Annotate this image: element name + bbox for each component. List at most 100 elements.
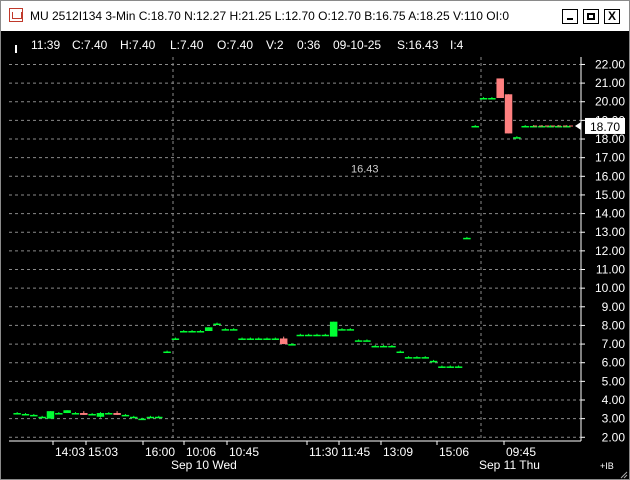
- candle-body: [188, 331, 196, 333]
- y-tick-label: 6.00: [602, 356, 626, 370]
- y-tick-label: 8.00: [602, 318, 626, 332]
- y-tick-label: 20.00: [595, 95, 625, 109]
- candle-body: [513, 137, 521, 139]
- candle-body: [404, 357, 413, 359]
- x-tick-label: 10:45: [229, 445, 259, 459]
- candle-body: [13, 413, 21, 415]
- candle-body: [246, 338, 255, 340]
- candle-body: [454, 366, 463, 368]
- candle-body: [229, 329, 238, 331]
- candle-body: [179, 331, 188, 333]
- x-tick-label: 13:09: [383, 445, 413, 459]
- y-tick-label: 17.00: [595, 151, 625, 165]
- candle-body: [438, 366, 446, 368]
- candle-body: [321, 334, 330, 337]
- y-tick-label: 10.00: [595, 281, 625, 295]
- candle-body: [354, 340, 363, 342]
- candle-body: [163, 351, 171, 354]
- candle-body: [154, 416, 163, 419]
- y-tick-label: 21.00: [595, 76, 625, 90]
- x-tick-label: 15:06: [439, 445, 469, 459]
- candle-body: [496, 78, 504, 99]
- y-tick-label: 3.00: [602, 412, 626, 426]
- candle-body: [371, 345, 380, 348]
- session-label: Sep 10 Wed: [171, 458, 237, 472]
- candle-body: [88, 413, 96, 416]
- candle-body: [204, 327, 213, 332]
- candle-body: [63, 410, 71, 414]
- candle-body: [121, 414, 130, 417]
- y-tick-label: 7.00: [602, 337, 626, 351]
- candle-body: [196, 331, 205, 333]
- candle-body: [46, 411, 55, 419]
- y-tick-label: 5.00: [602, 374, 626, 388]
- y-tick-label: 2.00: [602, 430, 626, 444]
- ib-label: +IB: [600, 461, 614, 471]
- candle-body: [55, 413, 63, 415]
- candle-body: [296, 334, 305, 337]
- candle-body: [271, 338, 280, 340]
- x-tick-label: 16:00: [145, 445, 175, 459]
- y-tick-label: 13.00: [595, 225, 625, 239]
- candle-body: [388, 345, 396, 348]
- candle-body: [105, 413, 113, 415]
- candle-body: [21, 413, 30, 416]
- candle-body: [288, 344, 296, 346]
- candle-body: [471, 125, 479, 128]
- candle-body: [521, 125, 529, 128]
- candle-body: [171, 338, 180, 340]
- candle-body: [346, 329, 355, 331]
- y-tick-label: 9.00: [602, 300, 626, 314]
- candle-body: [329, 321, 338, 337]
- candle-body: [221, 329, 230, 331]
- candle-body: [488, 98, 496, 100]
- candle-body: [379, 345, 388, 348]
- candle-body: [71, 413, 80, 415]
- candle-body: [479, 98, 488, 100]
- x-tick-label: 10:06: [186, 445, 216, 459]
- x-tick-label: 11:30: [309, 445, 338, 459]
- resize-grip-icon[interactable]: [620, 471, 628, 479]
- y-tick-label: 18.00: [595, 132, 625, 146]
- candle-body: [504, 94, 513, 134]
- price-chart[interactable]: 22.0021.0020.0019.0018.0017.0016.0015.00…: [1, 1, 629, 479]
- y-tick-label: 4.00: [602, 393, 626, 407]
- candle-body: [279, 338, 288, 345]
- candle-body: [429, 360, 438, 363]
- candle-body: [113, 413, 121, 415]
- x-tick-label: 09:45: [506, 445, 536, 459]
- candle-body: [313, 334, 321, 337]
- candle-body: [38, 416, 46, 419]
- y-tick-label: 22.00: [595, 57, 625, 71]
- y-tick-label: 14.00: [595, 207, 625, 221]
- last-price-label: 18.70: [590, 120, 620, 134]
- candle-body: [30, 414, 38, 417]
- y-tick-label: 16.00: [595, 169, 625, 183]
- candle-body: [130, 416, 138, 419]
- session-label: Sep 11 Thu: [479, 458, 540, 472]
- candle-body: [238, 338, 246, 340]
- last-price-arrow-icon: [575, 121, 581, 130]
- candle-body: [396, 351, 405, 354]
- y-tick-label: 12.00: [595, 244, 625, 258]
- candle-body: [138, 418, 146, 421]
- candle-body: [421, 357, 430, 359]
- candle-body: [304, 334, 313, 337]
- chart-window: MU 2512I134 3-Min C:18.70 N:12.27 H:21.2…: [0, 0, 630, 480]
- candle-body: [146, 416, 155, 419]
- candle-body: [213, 323, 221, 326]
- candle-body: [96, 413, 105, 417]
- x-tick-label: 14:03: [55, 445, 85, 459]
- candle-body: [413, 357, 421, 359]
- candle-body: [363, 340, 371, 342]
- candle-body: [338, 329, 346, 331]
- y-tick-label: 15.00: [595, 188, 625, 202]
- candle-body: [80, 413, 88, 415]
- candle-body: [254, 338, 263, 340]
- candle-body: [446, 366, 454, 368]
- strike-price-label: 16.43: [351, 163, 379, 175]
- x-tick-label: 11:45: [341, 445, 370, 459]
- y-tick-label: 11.00: [596, 263, 625, 277]
- candle-body: [263, 338, 271, 340]
- x-tick-label: 15:03: [88, 445, 118, 459]
